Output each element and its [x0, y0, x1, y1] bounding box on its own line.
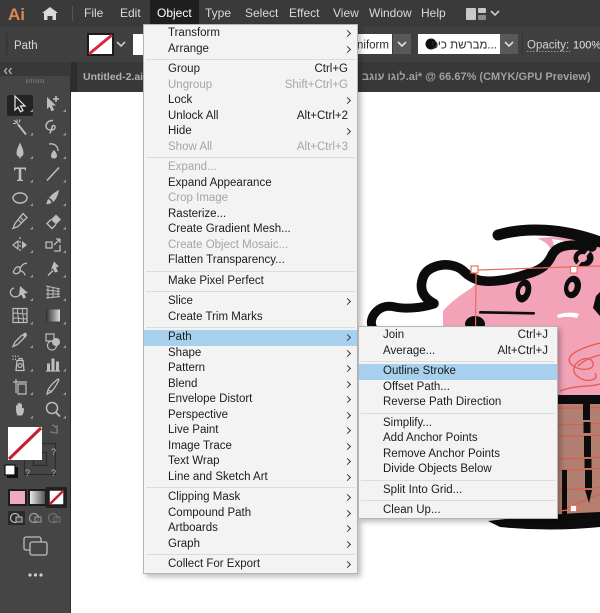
- svg-text:מברשת כיפ...: מברשת כיפ...: [431, 40, 497, 52]
- svg-text:?: ?: [25, 468, 30, 478]
- svg-text:niform: niform: [357, 40, 389, 52]
- svg-text:Ai: Ai: [8, 5, 25, 24]
- svg-text:?: ?: [51, 468, 56, 478]
- svg-text:100%: 100%: [573, 40, 600, 52]
- svg-text:Path: Path: [14, 40, 38, 52]
- svg-text:Opacity:: Opacity:: [527, 40, 569, 52]
- svg-text:?: ?: [51, 447, 56, 457]
